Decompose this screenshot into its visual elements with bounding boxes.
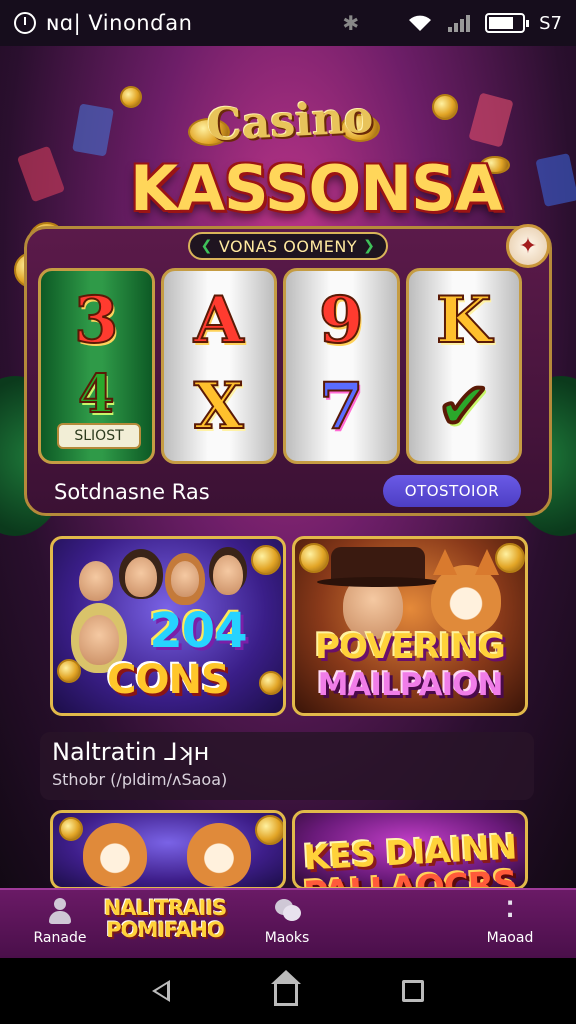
promo-badge[interactable]: NALITRAIIS POMIFAHO [92,896,238,956]
nav-item-more[interactable]: ⁚ Maoad [460,896,560,946]
promo-line1: NALITRAIIS [103,896,228,920]
avatar [79,561,113,601]
slot-reels[interactable]: 3 4 SLIOST A X 9 7 K ✔ [38,268,522,464]
recent-apps-icon[interactable] [402,980,424,1002]
nav-item-messages[interactable]: Maoks [237,896,337,946]
reel-3[interactable]: 9 7 [283,268,400,464]
reel-1[interactable]: 3 4 SLIOST [38,268,155,464]
status-bar: ɴɑ| Vinonɗan ✱ S7 [0,0,576,46]
game-tile-coins[interactable]: 204 CONS [50,536,286,716]
dog-avatar [187,823,251,887]
coin-decoration [251,545,281,575]
reel-symbol: X [193,368,245,445]
reel-label: SLIOST [57,423,141,449]
reel-2[interactable]: A X [160,268,277,464]
featured-section[interactable]: Naltratin ⅃ʞʜ Sthobr (/pldim/ʌSaoa) [40,732,534,800]
reel-symbol: 9 [318,282,365,359]
logo-casino-word: Casino [205,91,375,152]
reel-4[interactable]: K ✔ [405,268,522,464]
daily-bonus-badge[interactable]: ✦ [506,224,550,268]
nav-label: Maoad [486,930,534,946]
coin-decoration [59,817,83,841]
game-title-secondary: MAILPAION [317,667,504,703]
clock-icon [14,12,36,34]
vibrate-icon: ✱ [342,11,360,35]
status-app-title: ɴɑ| Vinonɗan [46,11,193,35]
section-title: Naltratin ⅃ʞʜ [52,738,210,766]
slot-footer: Sotdnasne Ras OTOSTOIOR [24,472,552,528]
card-decoration [16,145,66,203]
coin-decoration [495,543,525,573]
more-icon: ⁚ [505,898,515,923]
game-tile-foxes[interactable] [50,810,286,890]
reel-symbol: 3 [73,282,120,359]
wifi-icon [409,15,432,31]
logo-title: KASSONSA [130,152,503,225]
game-title-secondary: CONS [107,657,230,703]
game-title-primary: 204 [149,603,247,659]
nav-label: Maoks [264,930,310,946]
reel-symbol: 7 [318,368,365,445]
slot-action-button[interactable]: OTOSTOIOR [383,475,521,507]
reel-symbol: K [435,282,493,359]
dog-avatar [431,565,501,635]
person-icon [45,896,75,926]
coin-decoration [299,543,329,573]
reel-symbol: ✔ [436,368,492,445]
signal-icon [448,15,471,32]
status-right: ✱ S7 [342,11,562,35]
battery-icon [485,13,530,33]
hat-icon [317,547,439,587]
battery-text: S7 [539,12,562,34]
dog-ear [433,549,457,575]
bottom-nav: Ranade Maoks ⁚ Maoad [0,888,576,958]
home-icon[interactable] [271,970,301,1006]
coin-decoration [255,815,283,845]
game-title-primary: POVERING [315,627,506,667]
card-decoration [72,103,114,157]
section-subtitle: Sthobr (/pldim/ʌSaoa) [52,770,228,789]
card-decoration [535,152,576,208]
avatar [171,561,199,597]
dog-avatar [83,823,147,887]
back-icon[interactable] [152,980,170,1002]
card-decoration [468,92,514,148]
system-nav-bar [0,958,576,1024]
avatar [125,557,157,597]
promo-line2: POMIFAHO [106,918,225,942]
slot-footer-label: Sotdnasne Ras [54,480,210,504]
game-tile-powering[interactable]: POVERING MAILPAION [292,536,528,716]
chat-icon [272,896,302,926]
bonus-banner: VONAS OOMENY [188,232,388,260]
avatar [213,555,243,595]
reel-symbol: A [193,282,245,359]
game-tile-kes-diainn[interactable]: KES DIAINN PALLAOCRS [292,810,528,890]
